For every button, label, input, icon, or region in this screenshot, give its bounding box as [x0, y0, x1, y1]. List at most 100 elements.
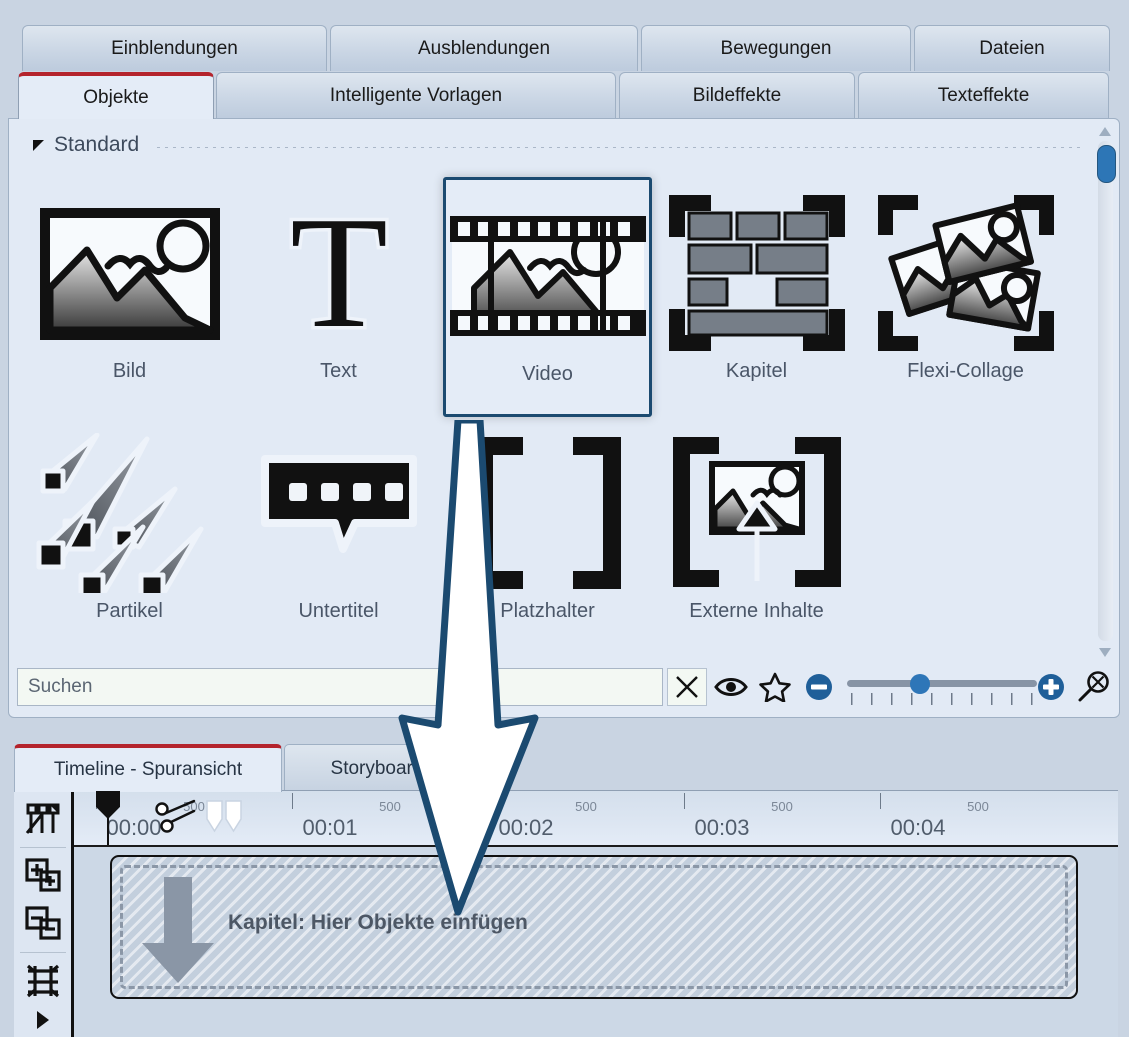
expand-triangle-icon[interactable] — [19, 1005, 67, 1035]
timeline-panel: 00:00 00:01 00:02 00:03 00:04 500 500 50… — [14, 790, 1118, 1037]
ruler-time-label: 00:02 — [498, 815, 553, 841]
tile-platzhalter[interactable]: Platzhalter — [443, 417, 652, 657]
second-tab-bar: Objekte Intelligente Vorlagen Bildeffekt… — [0, 72, 1129, 119]
toolbar-divider — [20, 847, 66, 848]
toolbar-divider — [20, 952, 66, 953]
collage-photos-icon — [866, 185, 1066, 360]
tile-label: Untertitel — [298, 600, 378, 623]
search-input[interactable] — [17, 668, 663, 706]
section-header-standard[interactable]: Standard — [33, 133, 1083, 157]
tab-texteffekte[interactable]: Texteffekte — [858, 72, 1109, 119]
playhead-icon[interactable] — [96, 791, 120, 819]
slider-ticks — [851, 693, 1036, 705]
track-view-icon[interactable] — [19, 795, 67, 843]
timeline-track-area: Kapitel: Hier Objekte einfügen — [74, 847, 1118, 1037]
tile-label: Kapitel — [726, 360, 787, 383]
tile-label: Bild — [113, 360, 146, 383]
tab-dateien[interactable]: Dateien — [914, 25, 1110, 71]
ruler-time-label: 00:01 — [302, 815, 357, 841]
tile-video[interactable]: Video — [443, 177, 652, 417]
timeline-side-toolbar — [14, 791, 74, 1037]
tile-untertitel[interactable]: Untertitel — [234, 417, 443, 657]
favorites-button[interactable] — [756, 667, 794, 707]
tile-kapitel[interactable]: Kapitel — [652, 177, 861, 417]
preview-visibility-button[interactable] — [713, 667, 751, 707]
clear-search-button[interactable] — [667, 668, 707, 706]
tile-label: Platzhalter — [500, 600, 595, 623]
tile-externe-inhalte[interactable]: Externe Inhalte — [652, 417, 861, 657]
star-icon — [759, 672, 791, 702]
tile-partikel[interactable]: Partikel — [25, 417, 234, 657]
tab-label: Timeline - Spuransicht — [54, 759, 242, 781]
particles-icon — [30, 425, 230, 600]
tile-text[interactable]: T Text — [234, 177, 443, 417]
object-grid: Bild T Text — [25, 177, 1085, 657]
external-import-icon — [657, 425, 857, 600]
tab-label: Bewegungen — [721, 38, 832, 60]
tile-label: Partikel — [96, 600, 163, 623]
scissors-icon[interactable] — [154, 797, 198, 842]
tab-bewegungen[interactable]: Bewegungen — [641, 25, 911, 71]
tile-flexi-collage[interactable]: Flexi-Collage — [861, 177, 1070, 417]
image-icon — [30, 185, 230, 360]
tile-bild[interactable]: Bild — [25, 177, 234, 417]
ruler-time-label: 00:03 — [694, 815, 749, 841]
eye-icon — [714, 674, 748, 700]
down-arrow-icon — [140, 875, 216, 985]
tab-intelligente-vorlagen[interactable]: Intelligente Vorlagen — [216, 72, 616, 119]
tab-objekte[interactable]: Objekte — [18, 72, 214, 119]
filmstrip-icon — [448, 188, 648, 363]
add-track-icon[interactable] — [19, 852, 67, 900]
tile-label: Video — [522, 363, 573, 386]
tab-timeline-spuransicht[interactable]: Timeline - Spuransicht — [14, 744, 282, 792]
slider-thumb[interactable] — [910, 674, 930, 694]
ruler-subtick-label: 500 — [967, 799, 989, 814]
scrollbar-thumb[interactable] — [1097, 145, 1116, 183]
section-divider — [157, 147, 1083, 148]
tile-label: Externe Inhalte — [689, 600, 824, 623]
section-title: Standard — [54, 133, 139, 157]
tab-einblendungen[interactable]: Einblendungen — [22, 25, 327, 71]
timeline-ruler[interactable]: 00:00 00:01 00:02 00:03 00:04 500 500 50… — [74, 791, 1118, 847]
top-tab-bar: Einblendungen Ausblendungen Bewegungen D… — [0, 0, 1129, 72]
dropzone-label: Kapitel: Hier Objekte einfügen — [228, 911, 528, 935]
search-toolbar — [17, 665, 1113, 709]
zoom-out-button[interactable] — [800, 667, 838, 707]
tile-empty — [861, 417, 1070, 657]
svg-text:T: T — [290, 198, 388, 348]
objects-panel: Standard — [8, 118, 1120, 718]
ruler-time-label: 00:04 — [890, 815, 945, 841]
tab-storyboard[interactable]: Storyboard — [284, 744, 470, 792]
speech-bubble-icon — [239, 425, 439, 600]
tile-label: Flexi-Collage — [907, 360, 1024, 383]
tab-label: Objekte — [83, 87, 148, 109]
triangle-collapse-icon[interactable] — [33, 140, 44, 151]
remove-track-icon[interactable] — [19, 900, 67, 948]
tab-bildeffekte[interactable]: Bildeffekte — [619, 72, 855, 119]
chevron-down-icon[interactable] — [1099, 648, 1111, 657]
magnifier-reset-icon — [1077, 671, 1111, 703]
tab-label: Texteffekte — [938, 85, 1030, 107]
panel-scrollbar[interactable] — [1094, 125, 1116, 659]
tab-ausblendungen[interactable]: Ausblendungen — [330, 25, 638, 71]
plus-circle-icon — [1037, 673, 1065, 701]
tab-label: Bildeffekte — [693, 85, 781, 107]
zoom-in-button[interactable] — [1032, 667, 1070, 707]
tab-label: Einblendungen — [111, 38, 238, 60]
tile-label: Text — [320, 360, 357, 383]
tab-label: Ausblendungen — [418, 38, 550, 60]
close-x-icon — [674, 674, 700, 700]
tab-label: Dateien — [979, 38, 1045, 60]
scrollbar-trough[interactable] — [1098, 141, 1113, 641]
slider-track[interactable] — [847, 680, 1037, 687]
chapter-dropzone[interactable]: Kapitel: Hier Objekte einfügen — [110, 855, 1078, 999]
chevron-up-icon[interactable] — [1099, 127, 1111, 136]
ruler-subtick-label: 500 — [379, 799, 401, 814]
split-marker-icon[interactable] — [204, 799, 244, 840]
reset-zoom-button[interactable] — [1075, 667, 1113, 707]
minus-circle-icon — [805, 673, 833, 701]
track-settings-icon[interactable] — [19, 957, 67, 1005]
brackets-icon — [448, 425, 648, 600]
zoom-slider[interactable] — [847, 667, 1026, 707]
ruler-subtick-label: 500 — [771, 799, 793, 814]
